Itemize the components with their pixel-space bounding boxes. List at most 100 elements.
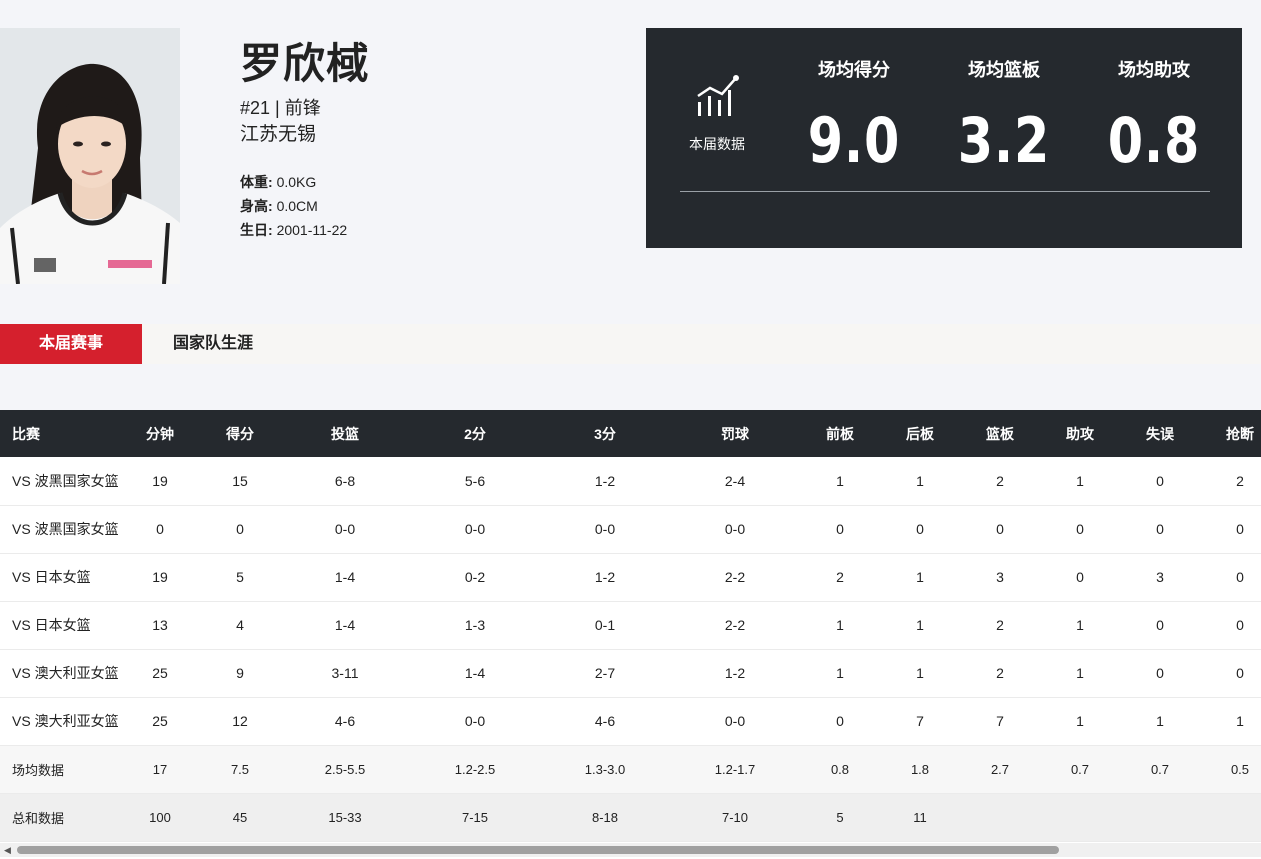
table-row: VS 波黑国家女篮 19 15 6-8 5-6 1-2 2-4 1 1 2 1 0 2 [0,457,1261,505]
table-cell: 1 [1076,665,1084,681]
birth-label: 生日: [240,222,273,238]
height-label: 身高: [240,198,273,214]
table-cell: 0 [1236,521,1244,537]
table-cell [965,793,1035,841]
col-header-points: 得分 [226,425,254,442]
table-cell [1195,793,1261,841]
table-cell: 7 [916,713,924,729]
col-header-tov: 失误 [1146,425,1174,442]
col-header-reb: 篮板 [986,425,1014,442]
table-cell: 0 [996,521,1004,537]
table-cell: 25 [152,665,168,681]
table-cell: 11 [913,809,927,825]
game-stats-table-container: 比赛 分钟 得分 投篮 2分 3分 罚球 前板 后板 篮板 助攻 失误 抢断 V… [0,410,1261,859]
game-stats-table: 比赛 分钟 得分 投篮 2分 3分 罚球 前板 后板 篮板 助攻 失误 抢断 V… [0,410,1261,842]
table-cell: 1 [1076,472,1084,489]
table-cell: 0 [1076,521,1084,537]
table-cell: 0.8 [830,761,850,777]
table-cell: 1.2-1.7 [714,761,756,777]
player-number-position: #21 | 前锋 [240,98,321,118]
table-cell: 7-10 [721,809,749,825]
col-header-ast: 助攻 [1066,425,1094,442]
table-cell-game: VS 日本女篮 [12,569,91,585]
table-cell: 0.5 [1230,761,1250,777]
table-row: VS 波黑国家女篮 0 0 0-0 0-0 0-0 0-0 0 0 0 0 0 0 [0,505,1261,553]
table-cell-game: VS 澳大利亚女篮 [12,665,119,681]
table-header-row: 比赛 分钟 得分 投篮 2分 3分 罚球 前板 后板 篮板 助攻 失误 抢断 [0,410,1261,457]
table-cell: 0-1 [594,617,616,633]
table-cell [1035,793,1125,841]
col-header-2pt: 2分 [464,425,486,442]
table-cell: 0-0 [724,521,746,537]
table-cell: 3-11 [331,665,359,681]
stats-divider [680,191,1210,192]
col-header-3pt: 3分 [594,425,616,442]
table-cell: 2 [996,472,1004,489]
table-cell: 0.7 [1070,761,1090,777]
table-cell-game: VS 波黑国家女篮 [12,472,119,489]
table-cell: 5 [836,809,844,825]
table-cell-game: VS 日本女篮 [12,617,91,633]
col-header-oreb: 前板 [826,425,854,442]
col-header-stl: 抢断 [1226,425,1254,442]
table-cell: 2-2 [724,569,746,585]
horizontal-scrollbar[interactable]: ◀ [0,843,1261,857]
table-cell: 0 [1236,665,1244,681]
stat-points-value: 9.0 [807,104,901,177]
table-cell: 0 [916,521,924,537]
season-stats-label: 本届数据 [689,136,745,152]
table-cell: 1-4 [334,569,356,585]
table-cell: 45 [232,809,248,825]
table-cell: 15 [232,472,248,489]
table-cell: 2 [1236,472,1244,489]
table-cell: 0 [1076,569,1084,585]
table-cell: 0-0 [464,713,486,729]
stat-rebounds: 场均篮板 3.2 [939,56,1069,177]
tab-current-season[interactable]: 本届赛事 [0,324,142,364]
table-cell: 0 [156,521,164,537]
table-cell-game: VS 波黑国家女篮 [12,521,119,537]
weight-label: 体重: [240,174,273,190]
tab-national-career[interactable]: 国家队生涯 [142,324,284,364]
stat-assists: 场均助攻 0.8 [1089,56,1219,177]
table-cell: 1 [916,472,924,489]
table-cell: 2 [996,617,1004,633]
table-cell: 0.7 [1150,761,1170,777]
table-cell: 1 [836,617,844,633]
player-name: 罗欣棫 [240,40,370,87]
col-header-minutes: 分钟 [146,425,174,442]
table-cell: 2-4 [724,472,746,489]
table-cell: 1 [916,569,924,585]
table-cell: 4-6 [594,713,616,729]
table-cell: 0-0 [464,521,486,537]
stat-assists-value: 0.8 [1107,104,1201,177]
table-row: VS 澳大利亚女篮 25 9 3-11 1-4 2-7 1-2 1 1 2 1 0 0 [0,649,1261,697]
table-cell: 2-7 [594,665,616,681]
table-cell: 1.2-2.5 [454,761,496,777]
table-cell: 13 [152,617,168,633]
table-cell: 0 [836,521,844,537]
table-cell: 1-2 [594,569,616,585]
table-cell: 4 [236,617,244,633]
table-cell: 1 [836,665,844,681]
table-cell: 5-6 [464,472,486,489]
scrollbar-thumb[interactable] [17,846,1059,854]
table-cell: 1 [916,665,924,681]
player-photo [0,28,180,284]
table-cell: 1 [1076,617,1084,633]
table-cell: 0-0 [724,713,746,729]
table-cell-game: VS 澳大利亚女篮 [12,713,119,729]
table-cell: 1 [916,617,924,633]
table-cell: 1 [1076,713,1084,729]
player-height-row: 身高: 0.0CM [240,196,318,216]
height-value: 0.0CM [276,198,318,214]
table-cell: 1-3 [464,617,486,633]
table-cell: 2.5-5.5 [324,761,366,777]
table-cell: 0 [1236,617,1244,633]
scroll-left-arrow-icon[interactable]: ◀ [4,845,11,856]
table-cell: 19 [152,569,168,585]
table-cell: 25 [152,713,168,729]
table-row: VS 日本女篮 13 4 1-4 1-3 0-1 2-2 1 1 2 1 0 0 [0,601,1261,649]
table-cell: 0 [236,521,244,537]
table-cell: 1-2 [594,472,616,489]
